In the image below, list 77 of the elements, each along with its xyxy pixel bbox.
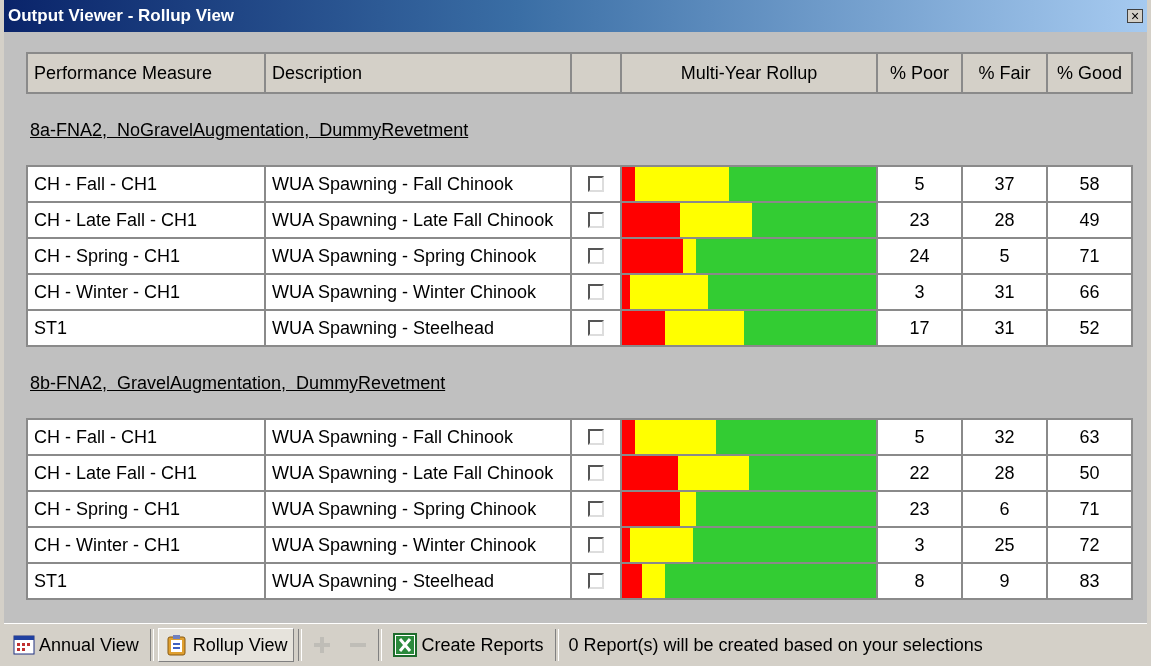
checkbox[interactable] <box>588 465 604 481</box>
table-cell: 3 <box>877 274 962 310</box>
table-cell: WUA Spawning - Late Fall Chinook <box>265 455 571 491</box>
checkbox[interactable] <box>588 284 604 300</box>
table-cell: CH - Spring - CH1 <box>27 238 265 274</box>
table-cell: WUA Spawning - Winter Chinook <box>265 274 571 310</box>
table-cell: 32 <box>962 419 1047 455</box>
table-cell: 25 <box>962 527 1047 563</box>
checkbox[interactable] <box>588 429 604 445</box>
table-cell: 8 <box>877 563 962 599</box>
calendar-icon <box>13 635 35 655</box>
table-cell: 37 <box>962 166 1047 202</box>
table-cell: WUA Spawning - Fall Chinook <box>265 166 571 202</box>
table-cell: WUA Spawning - Winter Chinook <box>265 527 571 563</box>
window-title: Output Viewer - Rollup View <box>8 6 235 26</box>
table-cell: 66 <box>1047 274 1132 310</box>
table-cell: CH - Winter - CH1 <box>27 527 265 563</box>
toolbar-button[interactable]: Annual View <box>6 628 146 662</box>
table-cell: WUA Spawning - Steelhead <box>265 563 571 599</box>
table-cell: 5 <box>877 419 962 455</box>
table-cell: 28 <box>962 455 1047 491</box>
checkbox[interactable] <box>588 501 604 517</box>
checkbox[interactable] <box>588 320 604 336</box>
table-cell: 63 <box>1047 419 1132 455</box>
checkbox[interactable] <box>588 537 604 553</box>
table-cell: 52 <box>1047 310 1132 346</box>
table-cell: WUA Spawning - Late Fall Chinook <box>265 202 571 238</box>
table-cell: 71 <box>1047 238 1132 274</box>
table-cell: WUA Spawning - Spring Chinook <box>265 491 571 527</box>
status-text: 0 Report(s) will be created based on your selections <box>567 634 983 656</box>
table-cell: 5 <box>962 238 1047 274</box>
column-header[interactable]: Multi-Year Rollup <box>621 53 877 93</box>
column-header[interactable]: % Poor <box>877 53 962 93</box>
column-header[interactable]: Description <box>265 53 571 93</box>
table-cell: 72 <box>1047 527 1132 563</box>
table-cell: 31 <box>962 274 1047 310</box>
checkbox[interactable] <box>588 176 604 192</box>
table-cell: CH - Spring - CH1 <box>27 491 265 527</box>
close-button[interactable]: × <box>1127 9 1143 23</box>
table-cell: 23 <box>877 202 962 238</box>
table-cell: 6 <box>962 491 1047 527</box>
checkbox[interactable] <box>588 248 604 264</box>
table-cell: WUA Spawning - Spring Chinook <box>265 238 571 274</box>
table-cell: 50 <box>1047 455 1132 491</box>
table-cell: 22 <box>877 455 962 491</box>
table-cell: 31 <box>962 310 1047 346</box>
table-cell: 83 <box>1047 563 1132 599</box>
table-cell: CH - Fall - CH1 <box>27 419 265 455</box>
table-cell: 3 <box>877 527 962 563</box>
table-cell: WUA Spawning - Steelhead <box>265 310 571 346</box>
group-title: 8a-FNA2, NoGravelAugmentation, DummyRevetment <box>30 120 469 140</box>
column-header[interactable]: % Fair <box>962 53 1047 93</box>
table-cell: CH - Late Fall - CH1 <box>27 202 265 238</box>
group-title: 8b-FNA2, GravelAugmentation, DummyRevetment <box>30 373 446 393</box>
table-cell: 9 <box>962 563 1047 599</box>
table-cell: CH - Winter - CH1 <box>27 274 265 310</box>
toolbar-button[interactable]: Rollup View <box>157 628 295 662</box>
column-header[interactable]: % Good <box>1047 53 1132 93</box>
table-cell: 71 <box>1047 491 1132 527</box>
checkbox[interactable] <box>588 212 604 228</box>
table-cell: 28 <box>962 202 1047 238</box>
table-cell: ST1 <box>27 310 265 346</box>
table-cell: 5 <box>877 166 962 202</box>
table-cell: WUA Spawning - Fall Chinook <box>265 419 571 455</box>
column-header[interactable]: Performance Measure <box>27 53 265 93</box>
toolbar-button[interactable]: Create Reports <box>386 628 551 662</box>
clipboard-icon <box>164 633 189 657</box>
checkbox[interactable] <box>588 573 604 589</box>
table-cell: 24 <box>877 238 962 274</box>
table-cell: 23 <box>877 491 962 527</box>
table-cell: CH - Late Fall - CH1 <box>27 455 265 491</box>
table-cell: 49 <box>1047 202 1132 238</box>
table-cell: 58 <box>1047 166 1132 202</box>
table-cell: 17 <box>877 310 962 346</box>
table-cell: CH - Fall - CH1 <box>27 166 265 202</box>
spreadsheet-icon <box>393 633 418 657</box>
table-cell: ST1 <box>27 563 265 599</box>
